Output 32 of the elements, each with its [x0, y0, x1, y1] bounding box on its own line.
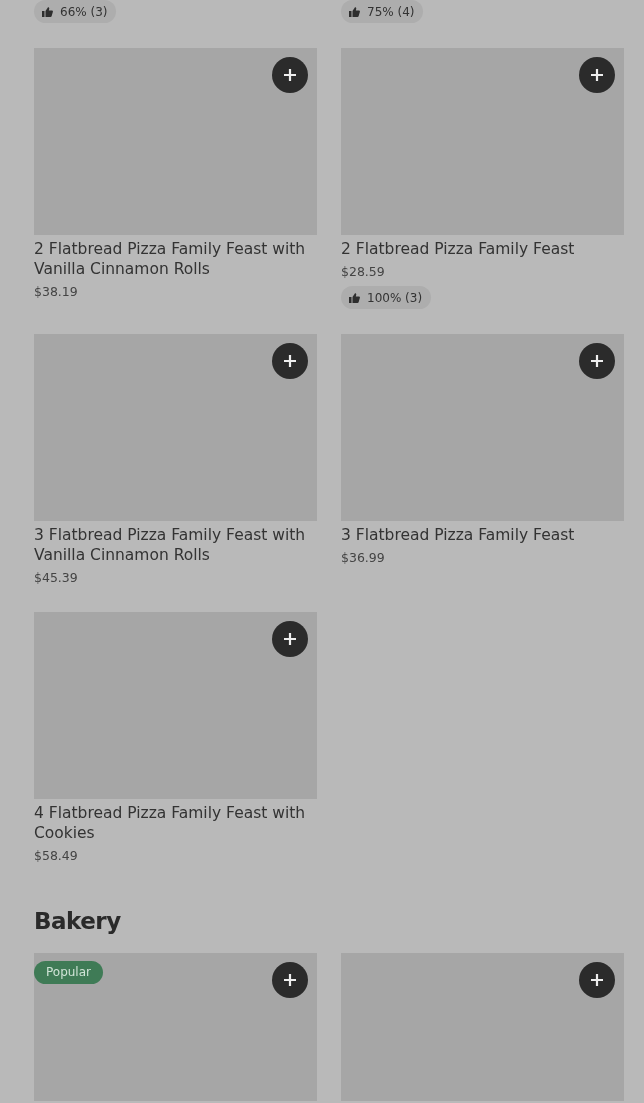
plus-icon — [591, 974, 603, 986]
section-heading: Bakery — [34, 907, 122, 936]
item-title: 3 Flatbread Pizza Family Feast with Vanilla Cinnamon Rolls — [34, 525, 307, 565]
rating-badge: 66% (3) — [34, 0, 117, 23]
plus-icon — [591, 355, 603, 367]
plus-icon — [284, 974, 296, 986]
item-title: 4 Flatbread Pizza Family Feast with Cookies — [34, 803, 307, 843]
thumbs-up-icon — [349, 292, 360, 303]
thumbs-up-icon — [42, 6, 53, 17]
thumbs-up-icon — [349, 6, 360, 17]
plus-icon — [284, 633, 296, 645]
add-button[interactable] — [579, 57, 615, 93]
item-price: $38.19 — [34, 283, 79, 301]
item-price: $45.39 — [34, 569, 79, 587]
rating-badge: 75% (4) — [341, 0, 424, 23]
item-title: 2 Flatbread Pizza Family Feast — [341, 239, 576, 259]
plus-icon — [284, 69, 296, 81]
popular-tag: Popular — [34, 961, 103, 984]
add-button[interactable] — [579, 343, 615, 379]
item-title: 3 Flatbread Pizza Family Feast — [341, 525, 576, 545]
plus-icon — [284, 355, 296, 367]
rating-badge: 100% (3) — [341, 286, 432, 309]
item-price: $58.49 — [34, 847, 79, 865]
add-button[interactable] — [272, 962, 308, 998]
item-price: $28.59 — [341, 263, 386, 281]
plus-icon — [591, 69, 603, 81]
add-button[interactable] — [272, 343, 308, 379]
add-button[interactable] — [272, 621, 308, 657]
item-title: 2 Flatbread Pizza Family Feast with Vanilla Cinnamon Rolls — [34, 239, 307, 279]
item-price: $36.99 — [341, 549, 386, 567]
add-button[interactable] — [579, 962, 615, 998]
add-button[interactable] — [272, 57, 308, 93]
